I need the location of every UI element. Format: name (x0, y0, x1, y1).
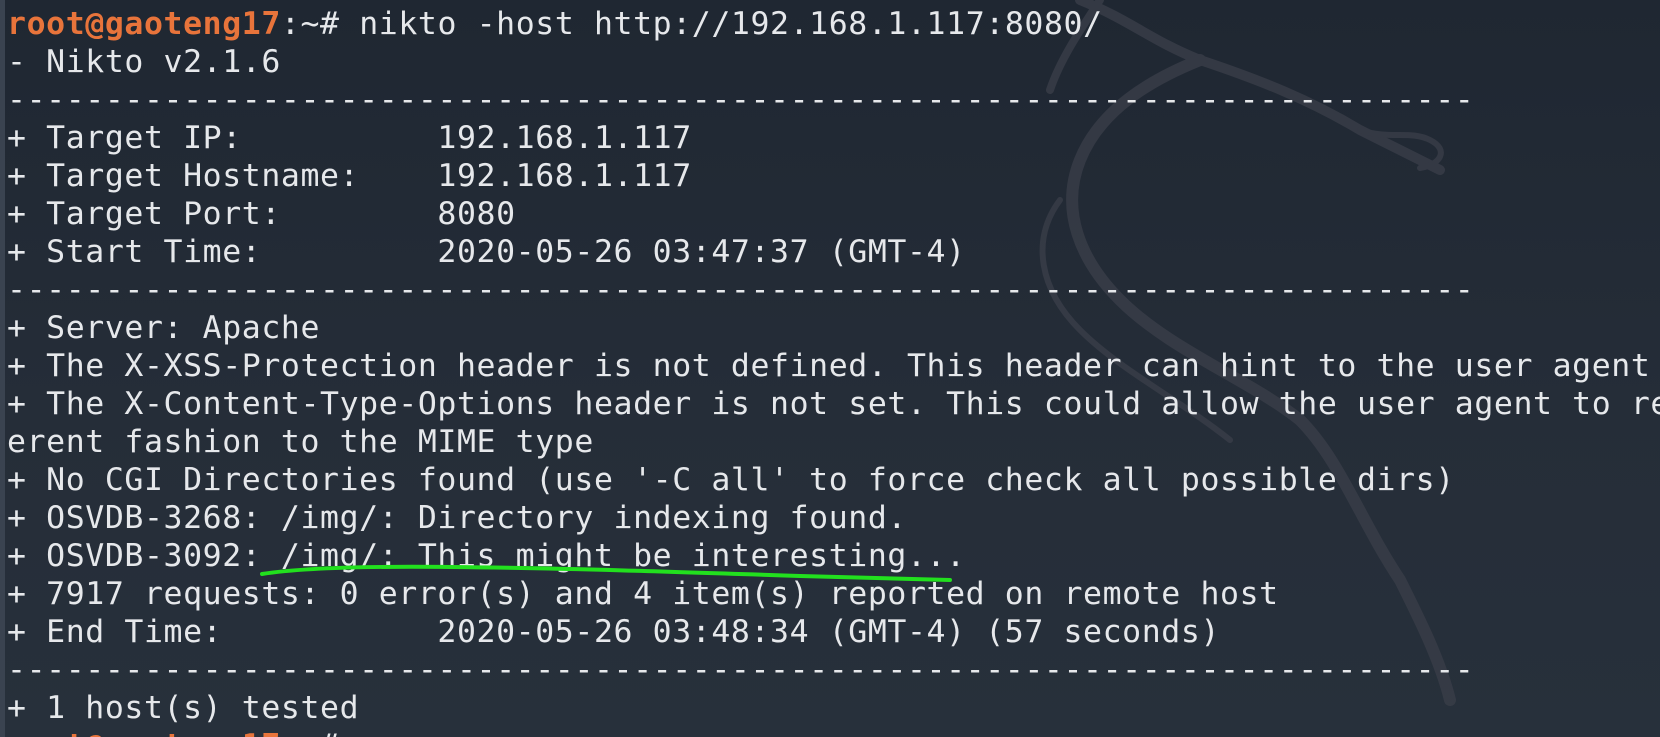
target-ip-line: + Target IP: 192.168.1.117 (7, 120, 692, 156)
server-line: + Server: Apache (7, 310, 321, 346)
start-time-line: + Start Time: 2020-05-26 03:47:37 (GMT-4… (7, 234, 966, 270)
requests-summary-line: + 7917 requests: 0 error(s) and 4 item(s… (7, 576, 1279, 612)
osvdb-3092-line: + OSVDB-3092: /img/: This might be inter… (7, 538, 966, 574)
command-text: nikto -host http://192.168.1.117:8080/ (359, 6, 1103, 42)
osvdb-3268-line: + OSVDB-3268: /img/: Directory indexing … (7, 500, 907, 536)
divider-line: ----------------------------------------… (7, 272, 1475, 308)
xss-protection-line: + The X-XSS-Protection header is not def… (7, 348, 1660, 384)
target-port-line: + Target Port: 8080 (7, 196, 516, 232)
hosts-tested-line: + 1 host(s) tested (7, 690, 360, 726)
content-type-options-line: + The X-Content-Type-Options header is n… (7, 386, 1660, 422)
prompt-separator: : (280, 6, 301, 42)
command-line: root@gaoteng17:~# nikto -host http://192… (7, 5, 1660, 43)
terminal-window[interactable]: ‾‾ ‾ ‾ root@gaoteng17:~# nikto -host htt… (0, 0, 1660, 737)
next-prompt-user-host: root@gaoteng17 (7, 728, 281, 737)
divider-line: ----------------------------------------… (7, 652, 1475, 688)
end-time-line: + End Time: 2020-05-26 03:48:34 (GMT-4) … (7, 614, 1221, 650)
next-prompt-path: :~# (281, 728, 359, 737)
prompt-user-host: root@gaoteng17 (7, 6, 281, 42)
target-hostname-line: + Target Hostname: 192.168.1.117 (7, 158, 692, 194)
divider-line: ----------------------------------------… (7, 82, 1475, 118)
nikto-version: - Nikto v2.1.6 (7, 44, 281, 80)
content-type-options-wrap-line: erent fashion to the MIME type (7, 424, 594, 460)
next-prompt-line: root@gaoteng17:~# (7, 727, 1660, 737)
terminal-output: root@gaoteng17:~# nikto -host http://192… (7, 5, 1660, 737)
no-cgi-line: + No CGI Directories found (use '-C all'… (7, 462, 1455, 498)
prompt-path: ~# (300, 6, 360, 42)
window-edge (0, 0, 5, 737)
